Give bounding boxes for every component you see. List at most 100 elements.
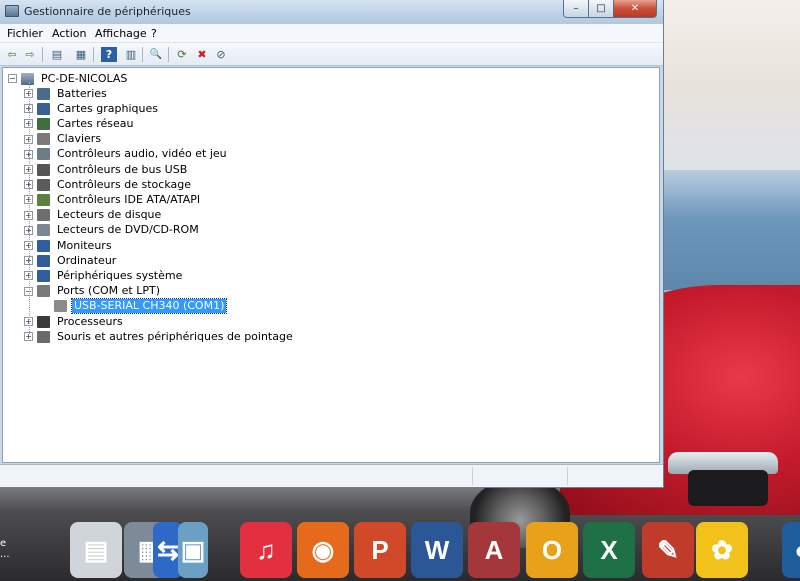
menu-fichier[interactable]: Fichier (7, 27, 43, 40)
tree-category-node[interactable]: + Contrôleurs audio, vidéo et jeu (24, 147, 229, 162)
device-category-icon (37, 133, 50, 146)
tree-category-node[interactable]: + Ordinateur (24, 253, 118, 268)
desktop-wallpaper-car-grille (688, 470, 768, 506)
tree-root[interactable]: − PC-DE-NICOLAS (8, 71, 129, 86)
taskbar-dock: ▤▦⇆▣♫◉PWAOX✎✿◐ (60, 518, 800, 581)
access-app-icon[interactable]: A (468, 522, 520, 578)
window-controls: – □ ✕ (563, 0, 657, 18)
device-category-icon (37, 163, 50, 176)
tree-node-label: Ports (COM et LPT) (57, 284, 161, 298)
toolbar-separator (42, 47, 43, 62)
device-manager-app-icon[interactable]: ▤ (70, 522, 122, 578)
device-category-icon (37, 239, 50, 252)
itunes-app-icon[interactable]: ♫ (240, 522, 292, 578)
show-hide-console-tree-icon[interactable]: ▤ (49, 47, 65, 62)
back-icon[interactable]: ⇦ (4, 47, 20, 62)
help-icon[interactable]: ? (101, 47, 117, 62)
device-category-icon (37, 285, 50, 298)
device-tree-pane[interactable]: − PC-DE-NICOLAS + Batteries + Cartes graphi… (2, 67, 660, 463)
properties-icon[interactable]: ▦ (73, 47, 89, 62)
partial-app-icon[interactable]: ◐ (782, 522, 800, 578)
tree-node-label: Lecteurs de DVD/CD-ROM (57, 223, 199, 237)
tree-node-label: Lecteurs de disque (57, 208, 162, 222)
device-category-icon (37, 330, 50, 343)
tree-node-label: Batteries (57, 86, 107, 100)
menu-bar: Fichier Action Affichage ? (0, 24, 663, 43)
tree-category-node[interactable]: + Lecteurs de DVD/CD-ROM (24, 223, 201, 238)
menu-help[interactable]: ? (151, 27, 157, 40)
tree-node-label: Cartes réseau (57, 116, 134, 130)
tree-category-node[interactable]: − Ports (COM et LPT) (24, 284, 162, 299)
tree-category-node[interactable]: + Cartes graphiques (24, 101, 160, 116)
tree-node-label: Contrôleurs de stockage (57, 177, 191, 191)
powerpoint-app-icon[interactable]: P (354, 522, 406, 578)
tree-category-node[interactable]: + Lecteurs de disque (24, 208, 163, 223)
close-button[interactable]: ✕ (614, 0, 657, 18)
tree-node-label: USB-SERIAL CH340 (COM1) (70, 298, 228, 315)
device-category-icon (37, 102, 50, 115)
forward-icon[interactable]: ⇨ (22, 47, 38, 62)
firefox-app-icon[interactable]: ◉ (297, 522, 349, 578)
tree-connector-line (29, 82, 30, 334)
view-icon[interactable]: ▥ (123, 47, 139, 62)
tree-node-label: Ordinateur (57, 253, 117, 267)
tree-category-node[interactable]: + Batteries (24, 86, 109, 101)
outlook-app-icon[interactable]: O (526, 522, 578, 578)
update-driver-icon[interactable]: ⟳ (174, 47, 190, 62)
maximize-button[interactable]: □ (589, 0, 614, 18)
tree-node-label: Processeurs (57, 314, 123, 328)
sunflower-app-icon[interactable]: ✿ (696, 522, 748, 578)
status-segment (472, 467, 567, 485)
files-app-icon[interactable]: ▣ (178, 522, 208, 578)
tree-category-node[interactable]: + Moniteurs (24, 238, 114, 253)
tree-category-node[interactable]: + Processeurs (24, 314, 125, 329)
device-manager-window: Gestionnaire de périphériques – □ ✕ Fich… (0, 0, 664, 488)
tree-node-label: Souris et autres périphériques de pointa… (57, 329, 293, 343)
device-category-icon (37, 117, 50, 130)
tree-category-node[interactable]: + Contrôleurs de bus USB (24, 162, 189, 177)
word-app-icon[interactable]: W (411, 522, 463, 578)
desktop-wallpaper-sea (660, 170, 800, 290)
device-category-icon (37, 269, 50, 282)
menu-affichage[interactable]: Affichage (95, 27, 147, 40)
tree-root-label: PC-DE-NICOLAS (41, 71, 128, 85)
tree-category-node[interactable]: + Souris et autres périphériques de point… (24, 329, 295, 344)
minimize-button[interactable]: – (563, 0, 589, 18)
status-bar (0, 464, 663, 487)
tree-node-label: Cartes graphiques (57, 101, 158, 115)
tree-category-node[interactable]: + Périphériques système (24, 268, 184, 283)
tree-node-label: Contrôleurs IDE ATA/ATAPI (57, 192, 201, 206)
tree-category-node[interactable]: + Contrôleurs IDE ATA/ATAPI (24, 192, 202, 207)
tree-node-label: Contrôleurs de bus USB (57, 162, 188, 176)
tree-node-label: Contrôleurs audio, vidéo et jeu (57, 147, 227, 161)
ccleaner-app-icon[interactable]: ✎ (642, 522, 694, 578)
tree-category-node[interactable]: + Cartes réseau (24, 116, 136, 131)
scan-hardware-icon[interactable]: 🔍 (148, 47, 164, 62)
toolbar-separator (168, 47, 169, 62)
tree-category-node[interactable]: + Claviers (24, 132, 103, 147)
device-category-icon (37, 87, 50, 100)
device-category-icon (37, 193, 50, 206)
disable-icon[interactable]: ⊘ (213, 47, 229, 62)
tree-category-node[interactable]: + Contrôleurs de stockage (24, 177, 193, 192)
tree-child-node[interactable]: USB-SERIAL CH340 (COM1) (41, 298, 228, 315)
menu-action[interactable]: Action (52, 27, 86, 40)
desktop-edge-text: e ... (0, 538, 10, 560)
window-title: Gestionnaire de périphériques (24, 5, 191, 18)
uninstall-icon[interactable]: ✖ (194, 47, 210, 62)
excel-app-icon[interactable]: X (583, 522, 635, 578)
device-category-icon (54, 300, 67, 313)
title-bar[interactable]: Gestionnaire de périphériques – □ ✕ (0, 0, 663, 24)
desktop-edge-text-line: ... (0, 549, 10, 560)
tree-node-label: Moniteurs (57, 238, 112, 252)
device-manager-icon (5, 5, 19, 17)
device-category-icon (37, 178, 50, 191)
desktop-edge-text-line: e (0, 538, 7, 549)
device-category-icon (37, 209, 50, 222)
status-segment (567, 467, 662, 485)
device-category-icon (37, 254, 50, 267)
collapse-icon[interactable]: − (8, 74, 17, 83)
tree-node-label: Claviers (57, 132, 102, 146)
device-category-icon (37, 315, 50, 328)
toolbar: ⇦ ⇨ ▤ ▦ ? ▥ 🔍 ⟳ ✖ ⊘ (0, 43, 663, 66)
